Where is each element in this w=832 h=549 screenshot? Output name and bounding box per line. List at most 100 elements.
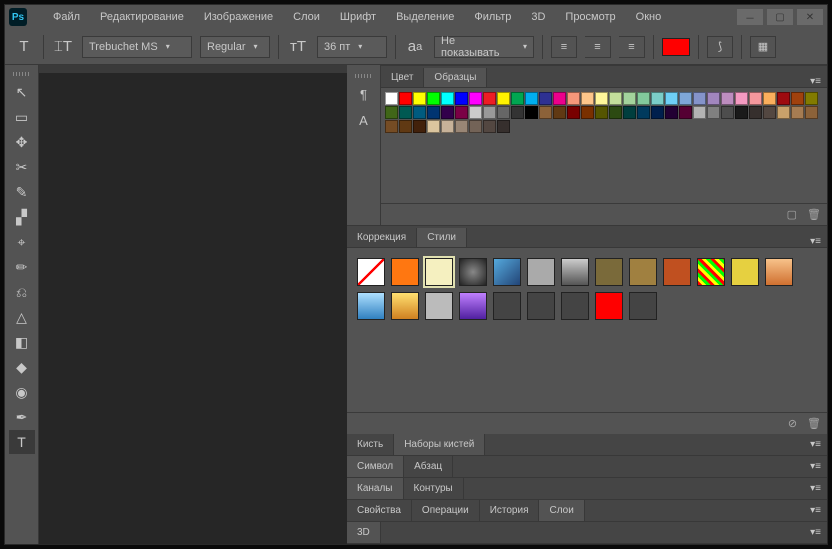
menu-шрифт[interactable]: Шрифт [330,7,386,27]
swatch[interactable] [749,106,762,119]
dock-handle[interactable] [347,71,380,81]
style-preset[interactable] [731,258,759,286]
panel-menu-icon[interactable]: ▾≡ [804,461,827,472]
menu-изображение[interactable]: Изображение [194,7,283,27]
cancel-icon[interactable]: ⊘ [788,417,797,430]
swatch[interactable] [497,106,510,119]
swatch[interactable] [525,92,538,105]
swatch[interactable] [469,92,482,105]
font-style-dropdown[interactable]: Regular▾ [200,36,270,58]
swatch[interactable] [511,106,524,119]
tab-brush[interactable]: Кисть [347,434,394,455]
tool-10[interactable]: ◧ [9,330,35,354]
character-panel-button[interactable]: ▦ [750,36,776,58]
swatch[interactable] [553,92,566,105]
swatch[interactable] [413,120,426,133]
swatch[interactable] [441,92,454,105]
swatch[interactable] [455,120,468,133]
swatch[interactable] [707,92,720,105]
swatch[interactable] [385,92,398,105]
swatch[interactable] [721,92,734,105]
new-swatch-icon[interactable]: ▢ [787,208,797,221]
style-preset[interactable] [357,258,385,286]
panel-menu-icon[interactable]: ▾≡ [804,527,827,538]
swatch[interactable] [791,106,804,119]
swatch[interactable] [469,106,482,119]
antialias-dropdown[interactable]: Не показывать▾ [434,36,534,58]
swatch[interactable] [399,92,412,105]
swatch[interactable] [567,106,580,119]
tab-brush-presets[interactable]: Наборы кистей [394,434,485,455]
tool-12[interactable]: ◉ [9,380,35,404]
swatch[interactable] [441,120,454,133]
swatch[interactable] [609,106,622,119]
tab-paths[interactable]: Контуры [404,478,464,499]
swatch[interactable] [399,120,412,133]
swatch[interactable] [399,106,412,119]
text-color-swatch[interactable] [662,38,690,56]
style-preset[interactable] [527,258,555,286]
swatch[interactable] [539,92,552,105]
tool-14[interactable]: T [9,430,35,454]
swatch[interactable] [651,92,664,105]
style-preset[interactable] [459,292,487,320]
swatch[interactable] [427,92,440,105]
style-preset[interactable] [425,292,453,320]
swatch[interactable] [567,92,580,105]
swatch[interactable] [693,92,706,105]
tool-0[interactable]: ↖ [9,80,35,104]
swatch[interactable] [609,92,622,105]
swatch[interactable] [665,92,678,105]
tab-correction[interactable]: Коррекция [347,228,417,247]
swatch[interactable] [679,106,692,119]
tool-8[interactable]: ⎌ [9,280,35,304]
swatch[interactable] [749,92,762,105]
swatch[interactable] [441,106,454,119]
swatch[interactable] [413,106,426,119]
tab-3d[interactable]: 3D [347,522,381,543]
dock-handle[interactable] [5,69,38,79]
style-preset[interactable] [493,292,521,320]
swatch[interactable] [637,106,650,119]
paragraph-icon[interactable]: ¶ [352,83,376,105]
align-left-button[interactable]: ≡ [551,36,577,58]
swatch[interactable] [791,92,804,105]
tab-color[interactable]: Цвет [381,68,424,87]
tab-channels[interactable]: Каналы [347,478,404,499]
tool-6[interactable]: ⌖ [9,230,35,254]
menu-файл[interactable]: Файл [43,7,90,27]
tool-2[interactable]: ✥ [9,130,35,154]
panel-menu-icon[interactable]: ▾≡ [804,236,827,247]
style-preset[interactable] [391,258,419,286]
font-size-dropdown[interactable]: 36 пт▾ [317,36,387,58]
maximize-button[interactable]: ▢ [767,9,793,25]
swatch[interactable] [525,106,538,119]
swatch[interactable] [721,106,734,119]
swatch[interactable] [385,120,398,133]
tab-symbol[interactable]: Символ [347,456,404,477]
swatch[interactable] [805,92,818,105]
tab-swatches[interactable]: Образцы [424,68,487,87]
swatch[interactable] [777,106,790,119]
warp-text-button[interactable]: ⟆ [707,36,733,58]
style-preset[interactable] [391,292,419,320]
swatch[interactable] [623,92,636,105]
swatch[interactable] [455,106,468,119]
swatch[interactable] [651,106,664,119]
swatch[interactable] [427,106,440,119]
swatch[interactable] [511,92,524,105]
swatch[interactable] [707,106,720,119]
style-preset[interactable] [357,292,385,320]
minimize-button[interactable]: － [737,9,763,25]
style-preset[interactable] [493,258,521,286]
swatch[interactable] [581,106,594,119]
style-preset[interactable] [595,292,623,320]
style-preset[interactable] [527,292,555,320]
swatch[interactable] [413,92,426,105]
swatch[interactable] [483,120,496,133]
tool-3[interactable]: ✂ [9,155,35,179]
trash-icon[interactable]: 🗑 [807,208,821,221]
align-center-button[interactable]: ≡ [585,36,611,58]
tool-11[interactable]: ◆ [9,355,35,379]
style-preset[interactable] [663,258,691,286]
